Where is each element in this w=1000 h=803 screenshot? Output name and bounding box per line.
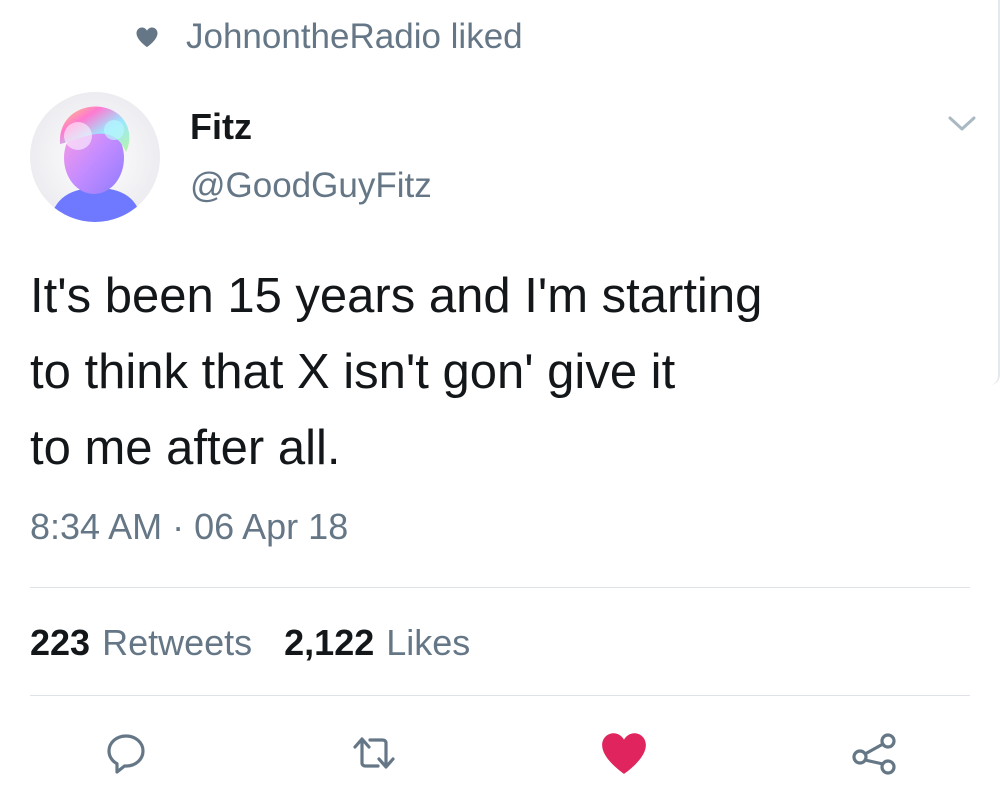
- heart-filled-icon: [599, 730, 649, 781]
- heart-icon: [134, 24, 160, 50]
- retweets-label[interactable]: Retweets: [102, 622, 252, 664]
- like-button[interactable]: [596, 727, 652, 783]
- retweet-button[interactable]: [346, 727, 402, 783]
- divider: [30, 695, 970, 696]
- likes-count[interactable]: 2,122: [284, 622, 374, 664]
- user-handle[interactable]: @GoodGuyFitz: [190, 166, 432, 206]
- divider: [30, 587, 970, 588]
- edge-scroll-indicator: [988, 0, 1000, 385]
- tweet-text-line: to me after all.: [30, 421, 341, 475]
- avatar[interactable]: [30, 92, 160, 222]
- tweet-text-line: to think that X isn't gon' give it: [30, 345, 676, 399]
- tweet-date: 06 Apr 18: [194, 506, 349, 547]
- timestamp-separator: ·: [172, 506, 185, 547]
- retweet-icon: [349, 729, 399, 782]
- likes-label[interactable]: Likes: [386, 622, 470, 664]
- reply-icon: [102, 729, 150, 782]
- tweet-time: 8:34 AM: [30, 506, 163, 547]
- share-icon: [848, 727, 900, 784]
- share-button[interactable]: [846, 727, 902, 783]
- tweet-text-line: It's been 15 years and I'm starting: [30, 269, 763, 323]
- tweet-stats: 223 Retweets 2,122 Likes: [30, 622, 502, 664]
- reply-button[interactable]: [98, 727, 154, 783]
- social-context-text: JohnontheRadio liked: [186, 17, 523, 56]
- tweet-text: It's been 15 years and I'm starting to t…: [30, 258, 970, 486]
- display-name[interactable]: Fitz: [190, 106, 252, 148]
- retweets-count[interactable]: 223: [30, 622, 90, 664]
- tweet-timestamp[interactable]: 8:34 AM · 06 Apr 18: [30, 506, 348, 548]
- chevron-down-icon[interactable]: [944, 108, 980, 138]
- social-context[interactable]: JohnontheRadio liked: [134, 16, 523, 58]
